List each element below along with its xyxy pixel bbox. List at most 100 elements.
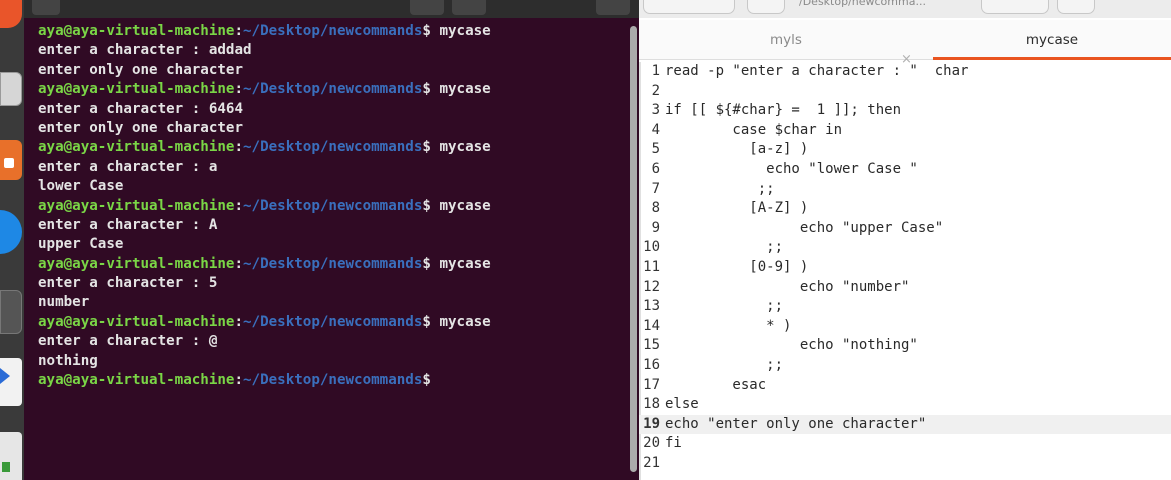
code-text: ;;	[665, 356, 784, 373]
code-line[interactable]: 2	[639, 82, 1171, 102]
software-store-icon[interactable]	[0, 140, 22, 180]
output-text: number	[38, 294, 90, 311]
prompt-dollar: $	[422, 81, 431, 98]
code-text: read -p "enter a character : " char	[665, 63, 969, 79]
code-text: echo "upper Case"	[665, 219, 944, 236]
output-text: nothing	[38, 352, 98, 369]
trash-icon[interactable]	[0, 432, 22, 480]
code-area[interactable]: 1 read -p "enter a character : " char 2 3 if…	[639, 62, 1171, 473]
code-line[interactable]: 14 * )	[639, 317, 1171, 337]
code-line[interactable]: 16 ;;	[639, 356, 1171, 376]
help-icon[interactable]	[0, 210, 22, 254]
text-editor-window[interactable]: /Desktop/newcomma... myls × mycase 1 read…	[639, 0, 1171, 480]
output-text: lower Case	[38, 178, 124, 195]
code-line[interactable]: 1 read -p "enter a character : " char	[639, 62, 1171, 82]
terminal-close-button[interactable]	[596, 0, 630, 15]
code-line[interactable]: 17 esac	[639, 376, 1171, 396]
terminal-icon[interactable]	[0, 290, 22, 334]
prompt-dollar: $	[422, 255, 431, 272]
code-line[interactable]: 21	[639, 454, 1171, 474]
files-icon[interactable]	[0, 72, 22, 106]
firefox-icon[interactable]	[0, 0, 22, 28]
prompt-user: aya@aya-virtual-machine	[38, 197, 235, 214]
code-line[interactable]: 12 echo "number"	[639, 278, 1171, 298]
line-number: 8	[651, 200, 660, 217]
line-number: 17	[643, 376, 660, 393]
terminal-menu-button[interactable]	[32, 0, 60, 15]
new-document-button[interactable]	[747, 0, 785, 14]
prompt-command: mycase	[430, 313, 491, 330]
line-number: 16	[643, 356, 660, 373]
prompt-command: mycase	[430, 81, 491, 98]
tab-myls[interactable]: myls	[639, 20, 933, 60]
code-line[interactable]: 7 ;;	[639, 180, 1171, 200]
code-text: [A-Z] )	[665, 200, 809, 217]
code-line[interactable]: 3 if [[ ${#char} = 1 ]]; then	[639, 101, 1171, 121]
output-text: enter only one character	[38, 119, 243, 136]
code-line[interactable]: 6 echo "lower Case "	[639, 160, 1171, 180]
prompt-user: aya@aya-virtual-machine	[38, 372, 235, 389]
prompt-command: mycase	[430, 255, 491, 272]
dock	[0, 0, 24, 480]
open-button[interactable]	[643, 0, 735, 14]
editor-tabs: myls × mycase	[639, 20, 1171, 67]
code-text: * )	[665, 317, 792, 334]
code-line[interactable]: 13 ;;	[639, 297, 1171, 317]
code-line[interactable]: 8 [A-Z] )	[639, 199, 1171, 219]
menu-button[interactable]	[1057, 0, 1095, 14]
code-line[interactable]: 20 fi	[639, 434, 1171, 454]
code-text: echo "number"	[665, 278, 910, 295]
prompt-path: ~/Desktop/newcommands	[243, 23, 423, 39]
save-button[interactable]	[981, 0, 1049, 14]
code-text: else	[665, 396, 699, 413]
prompt-colon: :	[234, 255, 244, 272]
prompt-command: mycase	[430, 197, 491, 214]
code-line[interactable]: 4 case $char in	[639, 121, 1171, 141]
code-text: ;;	[665, 239, 784, 256]
output-text: enter a character : A	[38, 216, 218, 233]
code-line[interactable]: 5 [a-z] )	[639, 140, 1171, 160]
terminal-line: enter a character : A	[38, 216, 491, 235]
line-number: 4	[651, 121, 660, 138]
terminal-search-button[interactable]	[410, 0, 444, 15]
terminal-line: enter only one character	[38, 119, 491, 138]
line-number: 3	[651, 102, 660, 119]
terminal-window[interactable]: aya@aya-virtual-machine:~/Desktop/newcom…	[24, 0, 639, 480]
line-number: 6	[651, 160, 660, 177]
output-text: enter only one character	[38, 61, 243, 78]
prompt-dollar: $	[422, 139, 431, 156]
prompt-dollar: $	[422, 313, 431, 330]
code-line[interactable]: 11 [0-9] )	[639, 258, 1171, 278]
terminal-line: aya@aya-virtual-machine:~/Desktop/newcom…	[38, 80, 491, 99]
code-line[interactable]: 10 ;;	[639, 238, 1171, 258]
output-text: enter a character : addad	[38, 42, 252, 59]
code-line[interactable]: 18 else	[639, 395, 1171, 415]
terminal-output[interactable]: aya@aya-virtual-machine:~/Desktop/newcom…	[38, 22, 491, 390]
terminal-line: enter a character : @	[38, 332, 491, 351]
prompt-colon: :	[234, 139, 244, 156]
output-text: enter a character : @	[38, 333, 218, 350]
line-number: 20	[643, 435, 660, 452]
terminal-line: enter a character : addad	[38, 41, 491, 60]
terminal-scrollbar[interactable]	[630, 26, 637, 472]
line-number: 21	[643, 454, 660, 471]
tab-mycase[interactable]: mycase	[933, 20, 1171, 60]
line-number: 13	[643, 298, 660, 315]
line-number: 11	[643, 258, 660, 275]
line-number: 15	[643, 337, 660, 354]
code-text: case $char in	[665, 121, 843, 138]
prompt-user: aya@aya-virtual-machine	[38, 139, 235, 156]
code-line[interactable]: 15 echo "nothing"	[639, 336, 1171, 356]
output-text: upper Case	[38, 236, 124, 253]
text-editor-icon[interactable]	[0, 358, 22, 406]
output-text: enter a character : a	[38, 158, 218, 175]
terminal-line: number	[38, 293, 491, 312]
prompt-path: ~/Desktop/newcommands	[243, 372, 423, 389]
prompt-colon: :	[234, 372, 244, 389]
terminal-options-button[interactable]	[452, 0, 486, 15]
code-line[interactable]: 9 echo "upper Case"	[639, 219, 1171, 239]
code-line[interactable]: 19 echo "enter only one character"	[639, 414, 1171, 435]
terminal-line: aya@aya-virtual-machine:~/Desktop/newcom…	[38, 197, 491, 216]
prompt-dollar: $	[422, 197, 431, 214]
file-path: /Desktop/newcomma...	[799, 0, 926, 8]
